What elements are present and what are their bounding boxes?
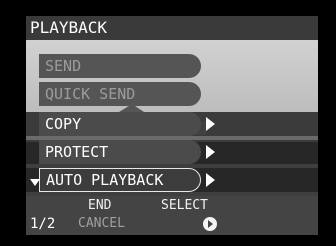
menu-item-auto-playback[interactable]: AUTO PLAYBACK [39,168,201,192]
menu-item-copy[interactable]: COPY [39,112,201,136]
cancel-label: CANCEL [78,216,125,231]
menu-item-protect[interactable]: PROTECT [39,140,201,164]
right-triangle-icon [206,173,215,187]
camera-lcd-screen: PLAYBACK SEND QUICK SEND COPY PROTECT AU… [26,16,318,235]
page-indicator: 1/2 [30,216,56,232]
ok-button-icon[interactable] [203,217,217,231]
right-triangle-icon [206,117,215,131]
menu-title: PLAYBACK [26,16,318,40]
end-label: END [88,198,112,213]
select-label: SELECT [161,198,208,213]
menu-item-send[interactable]: SEND [39,54,201,78]
right-triangle-icon [206,145,215,159]
menu-item-quick-send[interactable]: QUICK SEND [39,82,201,106]
